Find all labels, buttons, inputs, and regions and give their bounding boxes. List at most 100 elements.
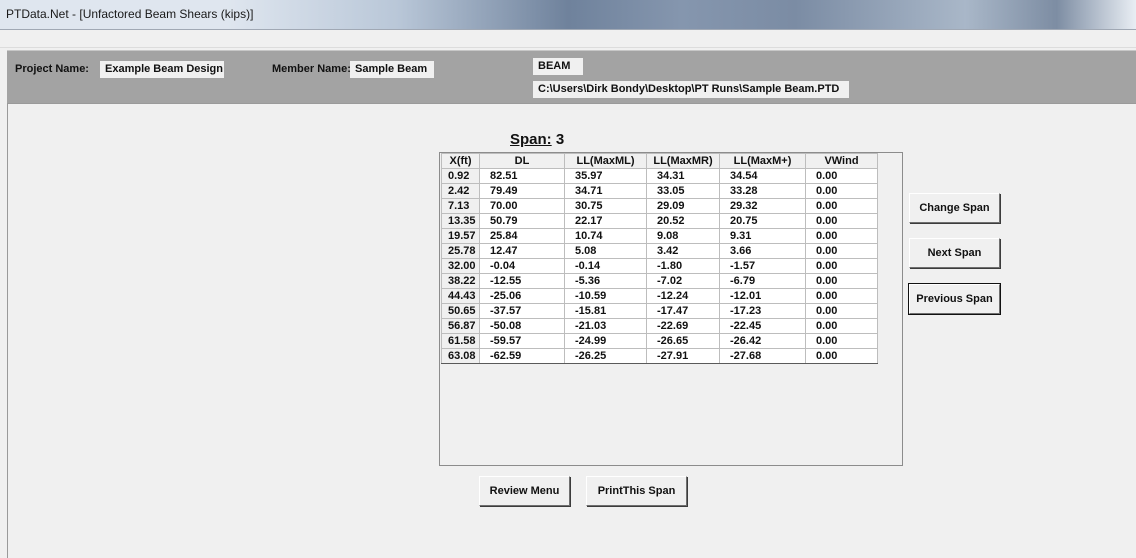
cell-ll-maxmr[interactable]: -1.80	[646, 258, 720, 274]
cell-x[interactable]: 56.87	[441, 318, 480, 334]
file-path-field: C:\Users\Dirk Bondy\Desktop\PT Runs\Samp…	[533, 81, 849, 98]
cell-ll-maxmplus[interactable]: 29.32	[719, 198, 806, 214]
cell-vwind[interactable]: 0.00	[805, 213, 878, 229]
previous-span-button[interactable]: Previous Span	[908, 283, 1001, 315]
cell-ll-maxml[interactable]: 5.08	[564, 243, 647, 259]
cell-x[interactable]: 13.35	[441, 213, 480, 229]
review-menu-button[interactable]: Review Menu	[479, 476, 570, 506]
cell-dl[interactable]: 50.79	[479, 213, 565, 229]
cell-ll-maxmplus[interactable]: 20.75	[719, 213, 806, 229]
cell-dl[interactable]: -50.08	[479, 318, 565, 334]
cell-ll-maxmr[interactable]: -26.65	[646, 333, 720, 349]
cell-ll-maxmplus[interactable]: 9.31	[719, 228, 806, 244]
cell-vwind[interactable]: 0.00	[805, 228, 878, 244]
table-row: 38.22 -12.55 -5.36 -7.02 -6.79 0.00	[441, 273, 878, 289]
cell-ll-maxmplus[interactable]: -1.57	[719, 258, 806, 274]
cell-ll-maxmr[interactable]: -12.24	[646, 288, 720, 304]
cell-ll-maxml[interactable]: -15.81	[564, 303, 647, 319]
cell-ll-maxml[interactable]: 30.75	[564, 198, 647, 214]
cell-vwind[interactable]: 0.00	[805, 183, 878, 199]
cell-ll-maxml[interactable]: -5.36	[564, 273, 647, 289]
table-row: 19.57 25.84 10.74 9.08 9.31 0.00	[441, 228, 878, 244]
cell-dl[interactable]: -12.55	[479, 273, 565, 289]
cell-x[interactable]: 63.08	[441, 348, 480, 364]
cell-ll-maxmr[interactable]: 33.05	[646, 183, 720, 199]
cell-ll-maxmplus[interactable]: 3.66	[719, 243, 806, 259]
cell-dl[interactable]: -25.06	[479, 288, 565, 304]
span-indicator: Span: 3	[510, 131, 564, 148]
span-number: 3	[555, 131, 565, 148]
cell-dl[interactable]: 12.47	[479, 243, 565, 259]
cell-ll-maxmr[interactable]: 20.52	[646, 213, 720, 229]
project-info-bar: Project Name: Example Beam Design Member…	[7, 50, 1136, 103]
table-row: 44.43 -25.06 -10.59 -12.24 -12.01 0.00	[441, 288, 878, 304]
cell-ll-maxml[interactable]: -0.14	[564, 258, 647, 274]
cell-x[interactable]: 50.65	[441, 303, 480, 319]
cell-ll-maxmr[interactable]: -7.02	[646, 273, 720, 289]
cell-ll-maxmplus[interactable]: -22.45	[719, 318, 806, 334]
cell-ll-maxmr[interactable]: 3.42	[646, 243, 720, 259]
cell-vwind[interactable]: 0.00	[805, 243, 878, 259]
cell-ll-maxmr[interactable]: 34.31	[646, 168, 720, 184]
table-row: 61.58 -59.57 -24.99 -26.65 -26.42 0.00	[441, 333, 878, 349]
cell-ll-maxmr[interactable]: 29.09	[646, 198, 720, 214]
cell-dl[interactable]: -37.57	[479, 303, 565, 319]
cell-ll-maxmplus[interactable]: -12.01	[719, 288, 806, 304]
print-this-span-button[interactable]: PrintThis Span	[586, 476, 687, 506]
cell-x[interactable]: 61.58	[441, 333, 480, 349]
cell-x[interactable]: 7.13	[441, 198, 480, 214]
cell-x[interactable]: 44.43	[441, 288, 480, 304]
cell-dl[interactable]: 25.84	[479, 228, 565, 244]
cell-x[interactable]: 38.22	[441, 273, 480, 289]
table-row: 56.87 -50.08 -21.03 -22.69 -22.45 0.00	[441, 318, 878, 334]
cell-dl[interactable]: 70.00	[479, 198, 565, 214]
cell-vwind[interactable]: 0.00	[805, 273, 878, 289]
cell-ll-maxmplus[interactable]: -6.79	[719, 273, 806, 289]
cell-dl[interactable]: 79.49	[479, 183, 565, 199]
column-header-x: X(ft)	[441, 153, 480, 169]
cell-x[interactable]: 32.00	[441, 258, 480, 274]
cell-ll-maxmr[interactable]: -27.91	[646, 348, 720, 364]
cell-vwind[interactable]: 0.00	[805, 348, 878, 364]
cell-x[interactable]: 25.78	[441, 243, 480, 259]
cell-ll-maxml[interactable]: 10.74	[564, 228, 647, 244]
cell-dl[interactable]: 82.51	[479, 168, 565, 184]
cell-dl[interactable]: -59.57	[479, 333, 565, 349]
cell-x[interactable]: 19.57	[441, 228, 480, 244]
cell-ll-maxml[interactable]: 35.97	[564, 168, 647, 184]
cell-ll-maxml[interactable]: -10.59	[564, 288, 647, 304]
cell-ll-maxml[interactable]: -21.03	[564, 318, 647, 334]
change-span-button[interactable]: Change Span	[909, 193, 1000, 223]
cell-vwind[interactable]: 0.00	[805, 288, 878, 304]
cell-vwind[interactable]: 0.00	[805, 198, 878, 214]
cell-dl[interactable]: -62.59	[479, 348, 565, 364]
table-row: 2.42 79.49 34.71 33.05 33.28 0.00	[441, 183, 878, 199]
cell-ll-maxmr[interactable]: -17.47	[646, 303, 720, 319]
cell-ll-maxmplus[interactable]: -27.68	[719, 348, 806, 364]
cell-vwind[interactable]: 0.00	[805, 318, 878, 334]
cell-vwind[interactable]: 0.00	[805, 333, 878, 349]
cell-dl[interactable]: -0.04	[479, 258, 565, 274]
project-name-field: Example Beam Design	[100, 61, 224, 78]
span-label: Span:	[510, 131, 552, 148]
table-row: 63.08 -62.59 -26.25 -27.91 -27.68 0.00	[441, 348, 878, 364]
cell-ll-maxml[interactable]: 22.17	[564, 213, 647, 229]
cell-vwind[interactable]: 0.00	[805, 168, 878, 184]
table-row: 25.78 12.47 5.08 3.42 3.66 0.00	[441, 243, 878, 259]
cell-x[interactable]: 0.92	[441, 168, 480, 184]
cell-ll-maxml[interactable]: -24.99	[564, 333, 647, 349]
next-span-button[interactable]: Next Span	[909, 238, 1000, 268]
table-row: 13.35 50.79 22.17 20.52 20.75 0.00	[441, 213, 878, 229]
cell-ll-maxmr[interactable]: 9.08	[646, 228, 720, 244]
cell-vwind[interactable]: 0.00	[805, 258, 878, 274]
cell-ll-maxmplus[interactable]: -26.42	[719, 333, 806, 349]
cell-ll-maxml[interactable]: 34.71	[564, 183, 647, 199]
cell-ll-maxml[interactable]: -26.25	[564, 348, 647, 364]
cell-vwind[interactable]: 0.00	[805, 303, 878, 319]
table-header-row: X(ft) DL LL(MaxML) LL(MaxMR) LL(MaxM+) V…	[441, 153, 878, 169]
cell-ll-maxmplus[interactable]: 33.28	[719, 183, 806, 199]
cell-ll-maxmr[interactable]: -22.69	[646, 318, 720, 334]
cell-ll-maxmplus[interactable]: -17.23	[719, 303, 806, 319]
cell-x[interactable]: 2.42	[441, 183, 480, 199]
cell-ll-maxmplus[interactable]: 34.54	[719, 168, 806, 184]
